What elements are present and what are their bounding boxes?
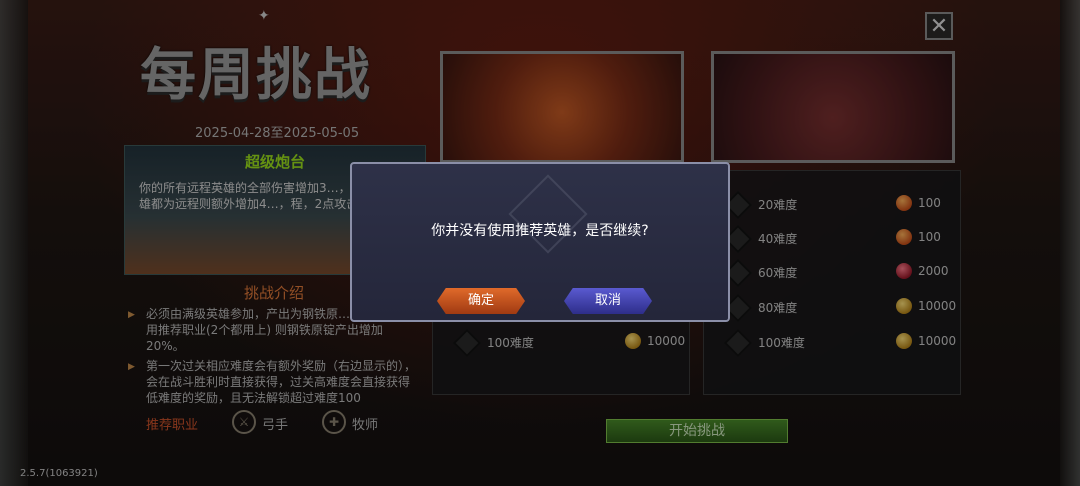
dialog-message: 你并没有使用推荐英雄，是否继续? [431, 223, 649, 239]
confirm-dialog: 你并没有使用推荐英雄，是否继续? 确定 取消 [350, 162, 730, 322]
cancel-button[interactable]: 取消 [564, 288, 652, 314]
confirm-button[interactable]: 确定 [437, 288, 525, 314]
emblem-icon [508, 174, 588, 254]
